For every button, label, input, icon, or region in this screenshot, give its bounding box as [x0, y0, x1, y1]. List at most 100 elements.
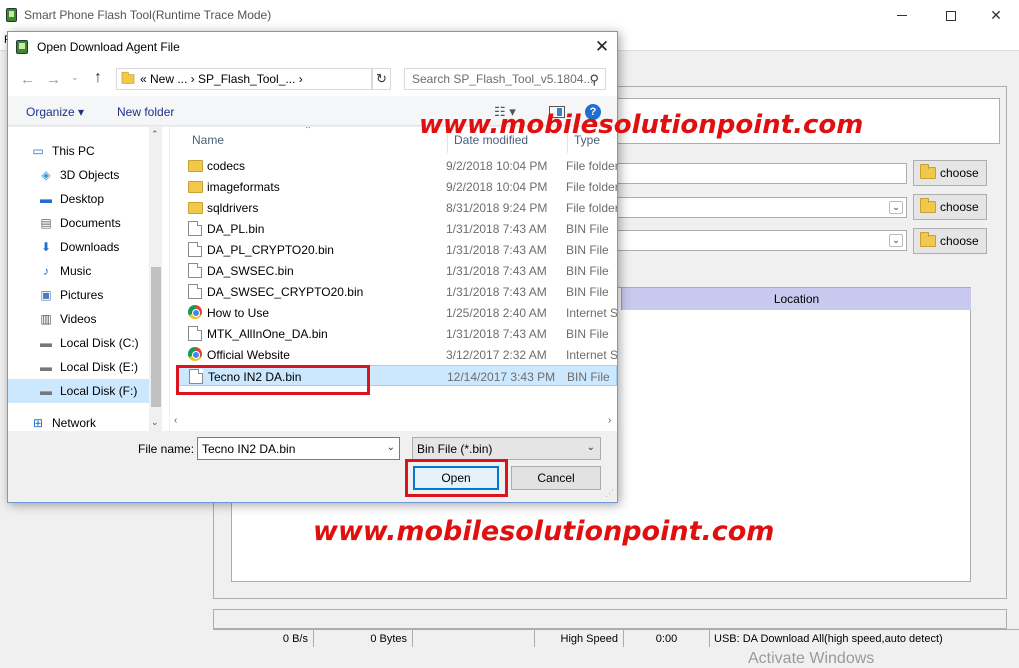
nav-item-videos[interactable]: ▥ Videos: [8, 307, 149, 331]
file-row[interactable]: DA_PL.bin 1/31/2018 7:43 AM BIN File: [178, 218, 617, 239]
refresh-button[interactable]: ↻: [372, 68, 391, 90]
file-row[interactable]: Official Website 3/12/2017 2:32 AM Interne…: [178, 344, 617, 365]
file-name: DA_PL_CRYPTO20.bin: [207, 243, 334, 257]
file-date: 1/31/2018 7:43 AM: [446, 264, 547, 278]
new-folder-button[interactable]: New folder: [117, 105, 174, 119]
file-row[interactable]: codecs 9/2/2018 10:04 PM File folder: [178, 155, 617, 176]
choose-scatter-button[interactable]: choose: [913, 194, 987, 220]
nav-item-local-disk-c[interactable]: ▬ Local Disk (C:): [8, 331, 149, 355]
cancel-button[interactable]: Cancel: [511, 466, 601, 490]
nav-item-desktop[interactable]: ▬ Desktop: [8, 187, 149, 211]
file-name: DA_SWSEC_CRYPTO20.bin: [207, 285, 364, 299]
nav-scroll-thumb[interactable]: [151, 267, 161, 407]
nav-item-network[interactable]: ⊞ Network: [8, 411, 149, 435]
choose-label: choose: [940, 234, 979, 248]
folder-icon: [188, 160, 203, 172]
chevron-down-icon[interactable]: ⌄: [387, 442, 395, 453]
status-time: 0:00: [624, 630, 710, 647]
nav-item-downloads[interactable]: ⬇ Downloads: [8, 235, 149, 259]
file-date: 8/31/2018 9:24 PM: [446, 201, 548, 215]
file-row[interactable]: MTK_AllInOne_DA.bin 1/31/2018 7:43 AM BIN …: [178, 323, 617, 344]
nav-item-local-disk-f[interactable]: ▬ Local Disk (F:): [8, 379, 149, 403]
file-name: imageformats: [207, 180, 280, 194]
file-row[interactable]: How to Use 1/25/2018 2:40 AM Internet S: [178, 302, 617, 323]
file-row[interactable]: imageformats 9/2/2018 10:04 PM File folder: [178, 176, 617, 197]
maximize-button[interactable]: [928, 0, 974, 31]
resize-grip-icon[interactable]: ⋰: [605, 488, 614, 499]
file-row[interactable]: DA_SWSEC.bin 1/31/2018 7:43 AM BIN File: [178, 260, 617, 281]
file-name-input[interactable]: Tecno IN2 DA.bin ⌄: [197, 437, 400, 460]
nav-item-3d-objects[interactable]: ◈ 3D Objects: [8, 163, 149, 187]
file-row[interactable]: sqldrivers 8/31/2018 9:24 PM File folder: [178, 197, 617, 218]
forward-arrow-icon[interactable]: →: [46, 71, 61, 88]
nav-item-label: Music: [60, 264, 92, 278]
search-input[interactable]: Search SP_Flash_Tool_v5.1804... ⚲: [404, 68, 606, 90]
organize-button[interactable]: Organize ▾: [26, 105, 84, 119]
file-name-value: Tecno IN2 DA.bin: [202, 441, 296, 456]
column-header-name[interactable]: Name: [186, 127, 448, 153]
file-type: BIN File: [567, 370, 610, 384]
scatter-file-select[interactable]: ⌄: [613, 197, 907, 218]
file-date: 9/2/2018 10:04 PM: [446, 180, 548, 194]
status-mode: High Speed: [535, 630, 624, 647]
nav-item-local-disk-e[interactable]: ▬ Local Disk (E:): [8, 355, 149, 379]
file-type: BIN File: [566, 243, 609, 257]
nav-item-music[interactable]: ♪ Music: [8, 259, 149, 283]
dialog-title: Open Download Agent File: [37, 40, 180, 54]
search-icon[interactable]: ⚲: [589, 72, 599, 88]
search-placeholder: Search SP_Flash_Tool_v5.1804...: [412, 72, 594, 86]
dialog-close-button[interactable]: ✕: [589, 34, 615, 60]
progress-bar: [213, 609, 1007, 629]
file-row[interactable]: DA_SWSEC_CRYPTO20.bin 1/31/2018 7:43 AM BI…: [178, 281, 617, 302]
file-date: 1/31/2018 7:43 AM: [446, 243, 547, 257]
nav-item-label: Documents: [60, 216, 121, 230]
close-button[interactable]: ✕: [973, 0, 1019, 31]
minimize-button[interactable]: [879, 0, 925, 31]
chevron-down-icon: ⌄: [889, 234, 903, 247]
up-arrow-icon[interactable]: ↑: [94, 69, 102, 87]
pane-splitter[interactable]: [162, 127, 170, 431]
nav-item-label: Videos: [60, 312, 97, 326]
scroll-right-icon[interactable]: ›: [608, 415, 611, 426]
choose-label: choose: [940, 200, 979, 214]
address-row: ← → ⌄ ↑ « New ... › SP_Flash_Tool_... › …: [8, 62, 617, 96]
file-row[interactable]: DA_PL_CRYPTO20.bin 1/31/2018 7:43 AM BIN F…: [178, 239, 617, 260]
nav-item-label: Pictures: [60, 288, 104, 302]
app-icon: [16, 40, 28, 54]
location-column-header[interactable]: Location: [621, 288, 971, 310]
back-arrow-icon[interactable]: ←: [20, 71, 35, 88]
file-type: File folder: [566, 201, 617, 215]
chevron-down-icon: ⌄: [586, 442, 595, 453]
file-name: How to Use: [207, 306, 270, 320]
breadcrumb[interactable]: « New ... › SP_Flash_Tool_... ›: [140, 72, 303, 86]
choose-da-button[interactable]: choose: [913, 160, 987, 186]
nav-item-this-pc[interactable]: ▭ This PC: [8, 139, 149, 163]
nav-item-label: Local Disk (F:): [60, 384, 138, 398]
main-window-title: Smart Phone Flash Tool(Runtime Trace Mod…: [24, 8, 272, 22]
file-type: BIN File: [566, 222, 609, 236]
file-type-value: Bin File (*.bin): [417, 441, 493, 456]
horizontal-scrollbar[interactable]: ‹ ›: [170, 413, 617, 431]
nav-scrollbar[interactable]: ⌃ ⌄: [149, 127, 163, 431]
open-button[interactable]: Open: [413, 466, 499, 490]
document-icon: ▤: [40, 216, 52, 230]
choose-auth-button[interactable]: choose: [913, 228, 987, 254]
file-date: 1/25/2018 2:40 AM: [446, 306, 547, 320]
close-icon: ✕: [594, 37, 610, 56]
nav-item-pictures[interactable]: ▣ Pictures: [8, 283, 149, 307]
chevron-down-icon: ⌄: [889, 201, 903, 214]
recent-locations-chevron-icon[interactable]: ⌄: [71, 72, 79, 83]
chrome-icon: [188, 305, 202, 319]
address-bar[interactable]: « New ... › SP_Flash_Tool_... › ⌄: [116, 68, 473, 90]
status-bar: 0 B/s 0 Bytes High Speed 0:00 USB: DA Do…: [213, 629, 1019, 647]
highlight-selected-file: [176, 365, 370, 395]
file-type-select[interactable]: Bin File (*.bin) ⌄: [412, 437, 601, 460]
nav-item-documents[interactable]: ▤ Documents: [8, 211, 149, 235]
app-icon: [6, 8, 17, 22]
status-bytes: 0 Bytes: [314, 630, 413, 647]
auth-file-select[interactable]: ⌄: [613, 230, 907, 251]
scroll-up-icon[interactable]: ⌃: [151, 129, 159, 140]
scroll-down-icon[interactable]: ⌄: [151, 417, 159, 428]
scroll-left-icon[interactable]: ‹: [174, 415, 177, 426]
download-agent-input[interactable]: [613, 163, 907, 184]
